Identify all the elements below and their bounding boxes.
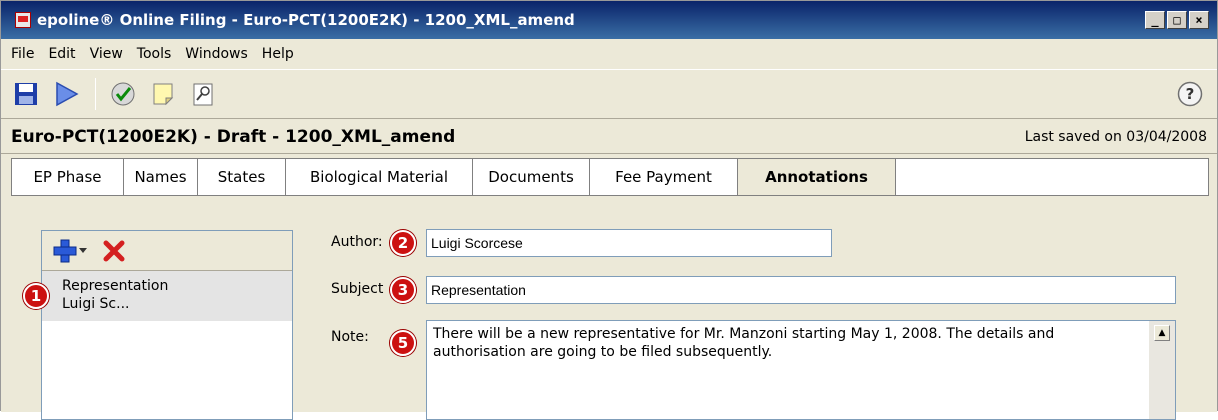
window-title: epoline® Online Filing - Euro-PCT(1200E2… bbox=[37, 11, 575, 29]
toolbar: ? bbox=[1, 69, 1217, 119]
tab-names[interactable]: Names bbox=[124, 159, 198, 195]
annotations-panel: Representation Luigi Sc... 1 Author: 2 S… bbox=[1, 197, 1217, 420]
document-header: Euro-PCT(1200E2K) - Draft - 1200_XML_ame… bbox=[1, 120, 1217, 154]
callout-badge-3: 3 bbox=[390, 277, 416, 303]
delete-annotation-icon[interactable] bbox=[102, 239, 126, 263]
menu-bar: File Edit View Tools Windows Help bbox=[1, 39, 1217, 69]
save-icon[interactable] bbox=[11, 79, 41, 109]
tab-bar: EP Phase Names States Biological Materia… bbox=[11, 158, 1209, 196]
maximize-button[interactable]: □ bbox=[1167, 11, 1187, 29]
scroll-up-icon[interactable]: ▲ bbox=[1154, 325, 1170, 341]
last-saved-status: Last saved on 03/04/2008 bbox=[1024, 128, 1207, 145]
tab-bar-filler bbox=[896, 159, 1208, 195]
menu-view[interactable]: View bbox=[90, 46, 123, 62]
callout-badge-5: 5 bbox=[390, 330, 416, 356]
tab-fee-payment[interactable]: Fee Payment bbox=[590, 159, 738, 195]
run-icon[interactable] bbox=[51, 79, 81, 109]
note-label: Note: bbox=[331, 329, 369, 345]
annotation-item-author: Luigi Sc... bbox=[62, 296, 130, 312]
note-text: There will be a new representative for M… bbox=[433, 326, 1055, 360]
annotation-list-toolbar bbox=[42, 231, 292, 271]
tab-documents[interactable]: Documents bbox=[473, 159, 590, 195]
menu-help[interactable]: Help bbox=[262, 46, 294, 62]
subject-label: Subject bbox=[331, 281, 384, 297]
close-button[interactable]: × bbox=[1189, 11, 1209, 29]
annotation-list: Representation Luigi Sc... bbox=[41, 230, 293, 420]
author-label: Author: bbox=[331, 234, 383, 250]
toolbar-separator bbox=[95, 78, 96, 110]
check-icon[interactable] bbox=[108, 79, 138, 109]
app-window: epoline® Online Filing - Euro-PCT(1200E2… bbox=[0, 0, 1218, 420]
menu-tools[interactable]: Tools bbox=[137, 46, 172, 62]
search-document-icon[interactable] bbox=[188, 79, 218, 109]
note-icon[interactable] bbox=[148, 79, 178, 109]
subject-field[interactable] bbox=[426, 276, 1176, 304]
document-title: Euro-PCT(1200E2K) - Draft - 1200_XML_ame… bbox=[11, 126, 456, 147]
app-icon bbox=[15, 12, 31, 28]
help-label: ? bbox=[1186, 85, 1195, 103]
menu-edit[interactable]: Edit bbox=[48, 46, 75, 62]
callout-badge-2: 2 bbox=[390, 230, 416, 256]
tab-ep-phase[interactable]: EP Phase bbox=[12, 159, 124, 195]
minimize-button[interactable]: _ bbox=[1145, 11, 1165, 29]
note-textarea[interactable]: There will be a new representative for M… bbox=[426, 320, 1176, 420]
annotation-item-title: Representation bbox=[62, 278, 169, 294]
callout-badge-1: 1 bbox=[23, 283, 49, 309]
menu-windows[interactable]: Windows bbox=[185, 46, 248, 62]
note-scrollbar[interactable]: ▲ bbox=[1149, 321, 1175, 419]
title-bar: epoline® Online Filing - Euro-PCT(1200E2… bbox=[1, 1, 1217, 39]
window-controls: _ □ × bbox=[1145, 11, 1209, 29]
add-annotation-icon[interactable] bbox=[52, 238, 88, 264]
author-field[interactable] bbox=[426, 229, 832, 257]
tab-states[interactable]: States bbox=[198, 159, 286, 195]
list-item[interactable]: Representation Luigi Sc... bbox=[42, 271, 292, 321]
tab-biological-material[interactable]: Biological Material bbox=[286, 159, 473, 195]
help-icon[interactable]: ? bbox=[1177, 81, 1203, 107]
tab-annotations[interactable]: Annotations bbox=[738, 159, 896, 195]
menu-file[interactable]: File bbox=[11, 46, 34, 62]
